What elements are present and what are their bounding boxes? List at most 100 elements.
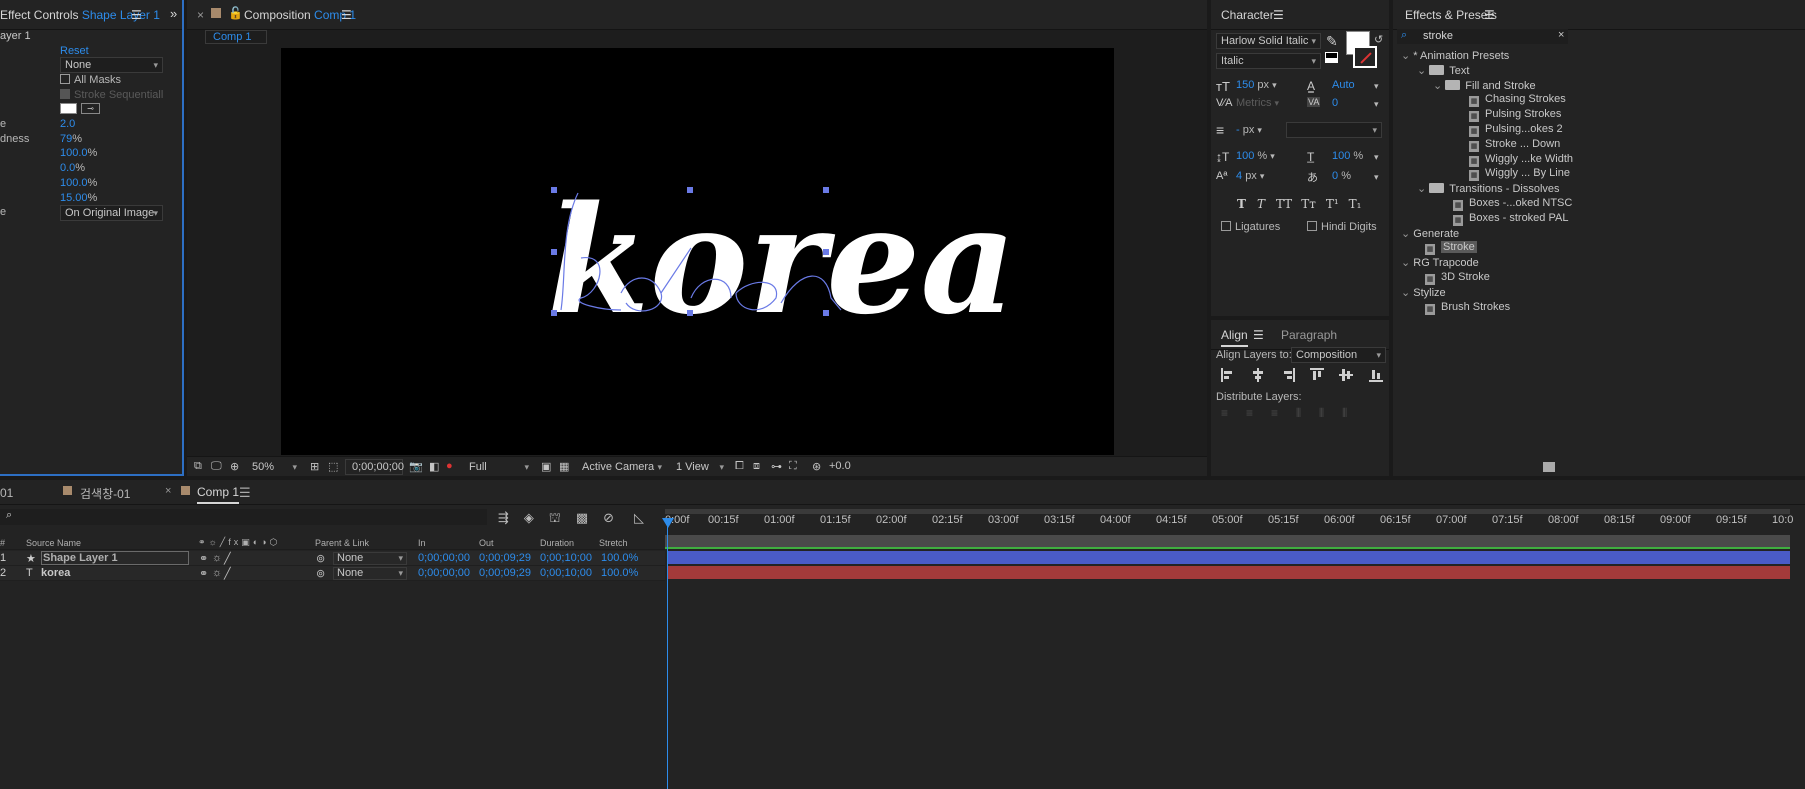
tab-paragraph[interactable]: Paragraph bbox=[1281, 328, 1337, 342]
out-column[interactable]: Out bbox=[479, 538, 494, 548]
fx-tree-item[interactable]: ▦ Brush Strokes bbox=[1425, 301, 1510, 315]
fx-tree-item[interactable]: ▦ Stroke ... Down bbox=[1469, 138, 1560, 152]
timeline-search-field[interactable]: ⌕ bbox=[0, 509, 487, 525]
fx-tree-item[interactable]: ▦ Wiggly ...ke Width bbox=[1469, 153, 1573, 167]
all-caps-button[interactable]: TT bbox=[1276, 197, 1292, 211]
close-tab-icon[interactable]: × bbox=[165, 485, 171, 497]
path-dropdown[interactable]: None ▾ bbox=[60, 57, 163, 73]
layer-duration-bar[interactable] bbox=[667, 551, 1790, 564]
new-bin-icon[interactable] bbox=[1543, 462, 1555, 472]
source-name-column[interactable]: Source Name bbox=[26, 538, 81, 548]
tab-align[interactable]: Align bbox=[1221, 328, 1248, 347]
fast-preview-icon[interactable]: ▣ bbox=[541, 460, 551, 473]
fx-tree-item[interactable]: ⌄ * Animation Presets bbox=[1401, 49, 1509, 62]
shy-switch-icon[interactable]: ⚭ bbox=[199, 552, 208, 565]
handle-bottom-left[interactable] bbox=[551, 310, 557, 316]
collapse-switch-icon[interactable]: ☼ bbox=[212, 567, 222, 579]
quality-switch-icon[interactable]: ╱ bbox=[224, 552, 231, 565]
fx-tree-item[interactable]: ▦ 3D Stroke bbox=[1425, 271, 1490, 285]
start-value[interactable]: 0.0% bbox=[60, 162, 85, 174]
layer-out-time[interactable]: 0;00;09;29 bbox=[479, 552, 531, 564]
3d-renderer-icon[interactable]: ⛶ bbox=[789, 460, 797, 473]
font-size-value[interactable]: 150 px ▾ bbox=[1236, 79, 1277, 91]
in-column[interactable]: In bbox=[418, 538, 426, 548]
work-area-span[interactable] bbox=[665, 535, 1790, 547]
handle-top-center[interactable] bbox=[687, 187, 693, 193]
leading-value[interactable]: Auto bbox=[1332, 79, 1355, 91]
timeline-switch-icons[interactable]: ⇶◈⛫▩⊘ bbox=[498, 510, 629, 528]
handle-middle-left[interactable] bbox=[551, 249, 557, 255]
end-value[interactable]: 100.0% bbox=[60, 177, 97, 189]
handle-bottom-center[interactable] bbox=[687, 310, 693, 316]
chevron-down-icon[interactable]: ⌄ bbox=[1401, 50, 1413, 62]
parent-dropdown[interactable]: None ▾ bbox=[333, 552, 407, 565]
character-title[interactable]: Character bbox=[1221, 8, 1274, 22]
playhead-marker[interactable] bbox=[662, 518, 674, 528]
flowchart-icon[interactable]: ⊶ bbox=[771, 460, 782, 473]
eyedropper-icon[interactable]: ⊸ bbox=[81, 103, 100, 114]
graph-editor-icon[interactable]: ◺ bbox=[634, 510, 644, 526]
font-style-dropdown[interactable]: Italic ▾ bbox=[1216, 53, 1321, 69]
current-time[interactable]: 0;00;00;00 bbox=[345, 459, 404, 475]
camera-icon[interactable]: 📷 bbox=[409, 460, 423, 473]
panel-menu-icon[interactable]: ☰ bbox=[1253, 328, 1264, 342]
layer-duration[interactable]: 0;00;10;00 bbox=[540, 567, 592, 579]
handle-top-right[interactable] bbox=[823, 187, 829, 193]
layer-stretch[interactable]: 100.0% bbox=[601, 552, 638, 564]
composition-title[interactable]: Composition Comp 1 bbox=[244, 8, 356, 22]
vertical-scale-value[interactable]: 100 % ▾ bbox=[1236, 150, 1275, 162]
always-preview-icon[interactable]: ⧉ bbox=[194, 460, 202, 473]
align-horizontal-center-icon[interactable] bbox=[1251, 368, 1265, 382]
panel-menu-icon[interactable]: ☰ bbox=[1273, 8, 1284, 22]
layer-row[interactable]: 2 Tkorea ⚭ ☼ ╱ ⊚ None ▾ 0;00;00;00 0;00;09;29 0;00… bbox=[0, 566, 665, 581]
panel-menu-icon[interactable]: ☰ bbox=[341, 8, 352, 22]
panel-menu-icon[interactable]: ☰ bbox=[1484, 8, 1495, 22]
effects-search-field[interactable]: ⌕ stroke × bbox=[1397, 29, 1568, 44]
subscript-button[interactable]: T₁ bbox=[1349, 197, 1362, 211]
mask-icon[interactable]: ⊕ bbox=[230, 460, 239, 473]
clear-search-icon[interactable]: × bbox=[1558, 29, 1564, 41]
chevron-down-icon[interactable]: ⌄ bbox=[1401, 228, 1413, 240]
faux-bold-button[interactable]: T bbox=[1237, 197, 1246, 211]
show-snapshot-icon[interactable]: ◧ bbox=[429, 460, 439, 473]
reset-exposure-icon[interactable]: ⊛ bbox=[812, 460, 821, 473]
layer-duration[interactable]: 0;00;10;00 bbox=[540, 552, 592, 564]
fx-tree-item[interactable]: ▦ Boxes - stroked PAL bbox=[1453, 212, 1568, 226]
white-swatch[interactable] bbox=[1325, 58, 1338, 63]
pick-whip-icon[interactable]: ⊚ bbox=[316, 552, 325, 565]
tab-left[interactable]: 01 bbox=[0, 486, 13, 500]
faux-italic-button[interactable]: T bbox=[1257, 197, 1265, 211]
tab-comp-1[interactable]: Comp 1 bbox=[205, 30, 267, 44]
shy-switch-icon[interactable]: ⚭ bbox=[199, 567, 208, 580]
resolution-dropdown[interactable]: Full ▾ bbox=[464, 459, 534, 475]
baseline-shift-value[interactable]: 4 px ▾ bbox=[1236, 170, 1264, 182]
region-of-interest-icon[interactable]: ⬚ bbox=[328, 460, 338, 473]
stroke-sequentially-checkbox[interactable]: Stroke Sequentiall bbox=[60, 89, 163, 101]
brush-size-value[interactable]: 2.0 bbox=[60, 118, 75, 130]
handle-bottom-right[interactable] bbox=[823, 310, 829, 316]
swap-colors-icon[interactable]: ↺ bbox=[1374, 33, 1383, 46]
quality-switch-icon[interactable]: ╱ bbox=[224, 567, 231, 580]
chevron-down-icon[interactable]: ⌄ bbox=[1401, 257, 1413, 269]
fx-tree-item[interactable]: ⌄ Transitions - Dissolves bbox=[1417, 182, 1560, 195]
expand-panels-icon[interactable]: » bbox=[170, 6, 177, 21]
transparency-grid-icon[interactable]: ▦ bbox=[559, 460, 569, 473]
font-family-dropdown[interactable]: Harlow Solid Italic ▾ bbox=[1216, 33, 1321, 49]
duration-column[interactable]: Duration bbox=[540, 538, 574, 548]
tab-search-comp[interactable]: 검색창-01 bbox=[80, 485, 130, 502]
monitor-icon[interactable]: 🖵 bbox=[211, 460, 222, 473]
fx-tree-item[interactable]: ▦ Stroke bbox=[1425, 241, 1477, 256]
playhead-line[interactable] bbox=[667, 518, 668, 789]
camera-dropdown[interactable]: Active Camera ▾ bbox=[577, 459, 667, 475]
panel-menu-icon[interactable]: ☰ bbox=[239, 485, 251, 501]
fx-tree-item[interactable]: ⌄ Generate bbox=[1401, 227, 1459, 240]
layer-stretch[interactable]: 100.0% bbox=[601, 567, 638, 579]
stroke-width-value[interactable]: - px ▾ bbox=[1236, 124, 1262, 136]
superscript-button[interactable]: T¹ bbox=[1326, 197, 1339, 211]
stretch-column[interactable]: Stretch bbox=[599, 538, 628, 548]
parent-link-column[interactable]: Parent & Link bbox=[315, 538, 369, 548]
all-masks-checkbox[interactable]: All Masks bbox=[60, 74, 121, 86]
parent-dropdown[interactable]: None ▾ bbox=[333, 567, 407, 580]
stroke-style-dropdown[interactable]: ▾ bbox=[1286, 122, 1382, 138]
view-layout-dropdown[interactable]: 1 View ▾ bbox=[671, 459, 729, 475]
